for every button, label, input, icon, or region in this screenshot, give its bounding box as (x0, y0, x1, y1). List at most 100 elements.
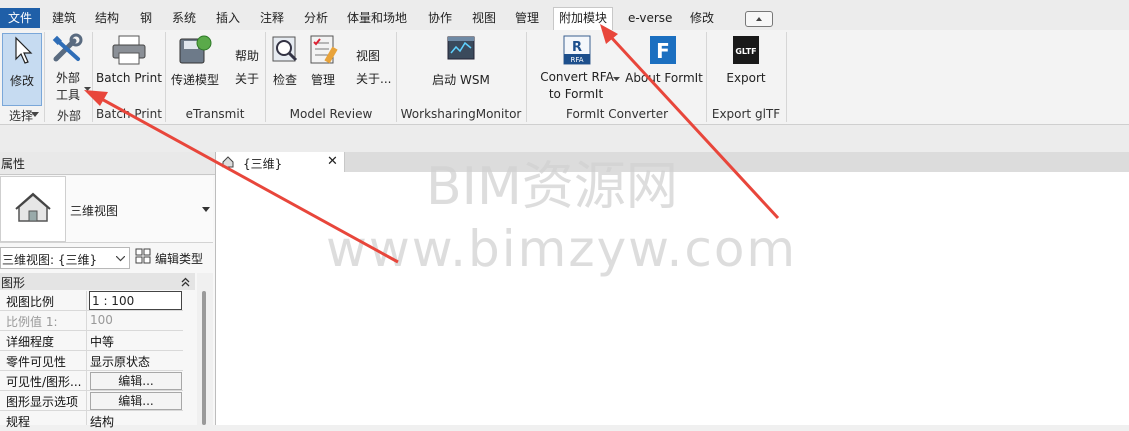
transmit-model-button[interactable]: 传递模型 (168, 33, 222, 103)
svg-text:R: R (572, 40, 582, 55)
dropdown-arrow-icon[interactable] (31, 112, 39, 118)
etransmit-help-button[interactable]: 帮助 (235, 47, 259, 64)
monitor-icon (447, 36, 475, 60)
properties-panel: 属性 三维视图 三维视图: {三维} 编辑类型 图形 视图比例 1: 100 … (0, 152, 216, 429)
tab-steel[interactable]: 钢 (140, 8, 152, 28)
check-magnifier-icon (272, 36, 298, 62)
view-tab-3d[interactable]: {三维} ✕ (216, 152, 345, 172)
view-scale-input[interactable]: 1 : 100 (89, 291, 182, 310)
convert-rfa-line2: to FormIt (548, 87, 604, 101)
rfa-icon: R RFA (563, 35, 591, 65)
tab-add-ins[interactable]: 附加模块 (553, 7, 614, 31)
start-wsm-label: 启动 WSM (432, 73, 490, 87)
tab-systems[interactable]: 系统 (172, 8, 196, 28)
export-gltf-label: Export (726, 71, 766, 85)
type-name: 三维视图 (70, 204, 119, 218)
transmit-model-label: 传递模型 (170, 73, 219, 87)
tab-file[interactable]: 文件 (0, 8, 40, 28)
dropdown-arrow-icon (613, 77, 620, 81)
group-header-graphics[interactable]: 图形 (0, 273, 195, 290)
about-formit-button[interactable]: F About FormIt (624, 33, 704, 103)
export-gltf-button[interactable]: GLTF Export (712, 33, 780, 103)
tab-manage[interactable]: 管理 (515, 8, 539, 28)
printer-icon (112, 35, 146, 65)
model-review-about-button[interactable]: 关于... (356, 70, 391, 87)
properties-scrollbar[interactable] (197, 273, 213, 425)
tab-analyze[interactable]: 分析 (304, 8, 328, 28)
tab-e-verse[interactable]: e-verse (628, 8, 672, 28)
tab-modify[interactable]: 修改 (690, 8, 714, 28)
tab-collaborate[interactable]: 协作 (428, 8, 452, 28)
param-key: 详细程度 (6, 335, 55, 349)
model-review-view-button[interactable]: 视图 (356, 47, 380, 64)
menu-bar: 文件 建筑 结构 钢 系统 插入 注释 分析 体量和场地 协作 视图 管理 附加… (0, 0, 1129, 31)
etransmit-about-button[interactable]: 关于 (235, 70, 259, 87)
batch-print-button[interactable]: Batch Print (96, 33, 162, 103)
param-row[interactable]: 零件可见性 显示原状态 (0, 351, 192, 371)
external-tools-line2: 工具 (55, 88, 80, 102)
param-row[interactable]: 比例值 1: 100 (0, 311, 192, 331)
close-icon[interactable]: ✕ (327, 154, 338, 169)
edit-type-icon (135, 248, 151, 264)
param-value[interactable]: 显示原状态 (90, 353, 150, 370)
view-tab-label: {三维} (243, 157, 283, 171)
panel-title-external: 外部 (56, 109, 81, 123)
instance-selector[interactable]: 三维视图: {三维} (0, 247, 130, 269)
watermark-url: www.bimzyw.com (326, 220, 798, 278)
edit-type-button[interactable]: 编辑类型 (135, 247, 213, 267)
visibility-graphics-edit-button[interactable]: 编辑... (90, 372, 182, 390)
param-key: 视图比例 (6, 295, 55, 309)
param-value[interactable]: 结构 (90, 413, 114, 430)
panel-title-batch-print: Batch Print (96, 107, 162, 121)
panel-title-etransmit: eTransmit (185, 107, 245, 121)
svg-text:F: F (656, 39, 670, 63)
tab-architecture[interactable]: 建筑 (52, 8, 76, 28)
type-selector[interactable]: 三维视图 (0, 176, 213, 243)
start-wsm-button[interactable]: 启动 WSM (420, 33, 502, 103)
tab-insert[interactable]: 插入 (216, 8, 240, 28)
ribbon: 修改 选择 外部 工具 外部 Batch Print Batch Print 传… (0, 30, 1129, 125)
param-row[interactable]: 可见性/图形... 编辑... (0, 371, 192, 391)
watermark-title: BIM资源网 (426, 157, 678, 217)
group-header-label: 图形 (1, 276, 26, 290)
gltf-icon: GLTF (733, 36, 759, 64)
param-key: 比例值 1: (6, 315, 58, 329)
param-key: 可见性/图形... (6, 375, 82, 389)
param-row[interactable]: 视图比例 1 : 100 (0, 291, 192, 311)
dropdown-arrow-icon (84, 87, 91, 91)
param-value[interactable]: 中等 (90, 333, 114, 350)
collapse-icon (181, 277, 190, 287)
ribbon-toggle-button[interactable] (745, 11, 773, 27)
tab-massing-site[interactable]: 体量和场地 (347, 8, 407, 28)
panel-title-model-review: Model Review (289, 107, 373, 121)
external-tools-button[interactable]: 外部 工具 (48, 33, 92, 103)
tab-structure[interactable]: 结构 (95, 8, 119, 28)
tools-icon (52, 33, 83, 62)
chevron-down-icon (116, 256, 125, 262)
graphic-display-edit-button[interactable]: 编辑... (90, 392, 182, 410)
panel-title-export-gltf: Export glTF (711, 107, 781, 121)
param-value: 1 : 100 (92, 294, 135, 308)
instance-selector-value: 三维视图: {三维} (2, 253, 98, 267)
convert-rfa-button[interactable]: R RFA Convert RFA to FormIt (536, 33, 620, 105)
param-key: 图形显示选项 (6, 395, 79, 409)
cursor-icon (15, 36, 33, 64)
properties-title: 属性 (1, 157, 26, 171)
drawing-canvas[interactable]: BIM资源网 www.bimzyw.com (216, 157, 1129, 425)
manage-review-label: 管理 (310, 73, 335, 87)
edit-type-label: 编辑类型 (155, 252, 204, 266)
tab-annotate[interactable]: 注释 (260, 8, 284, 28)
manage-review-button[interactable]: 管理 (306, 33, 340, 103)
param-row[interactable]: 图形显示选项 编辑... (0, 391, 192, 411)
param-row[interactable]: 规程 结构 (0, 411, 192, 431)
check-button[interactable]: 检查 (269, 33, 301, 103)
tab-view[interactable]: 视图 (472, 8, 496, 28)
house-3d-icon (15, 192, 51, 222)
scrollbar-thumb[interactable] (202, 291, 206, 425)
batch-print-label: Batch Print (96, 71, 162, 85)
panel-title-worksharing: WorksharingMonitor (400, 107, 522, 121)
check-label: 检查 (272, 73, 297, 87)
modify-button[interactable]: 修改 (2, 33, 42, 106)
param-row[interactable]: 详细程度 中等 (0, 331, 192, 351)
svg-text:RFA: RFA (570, 56, 583, 64)
